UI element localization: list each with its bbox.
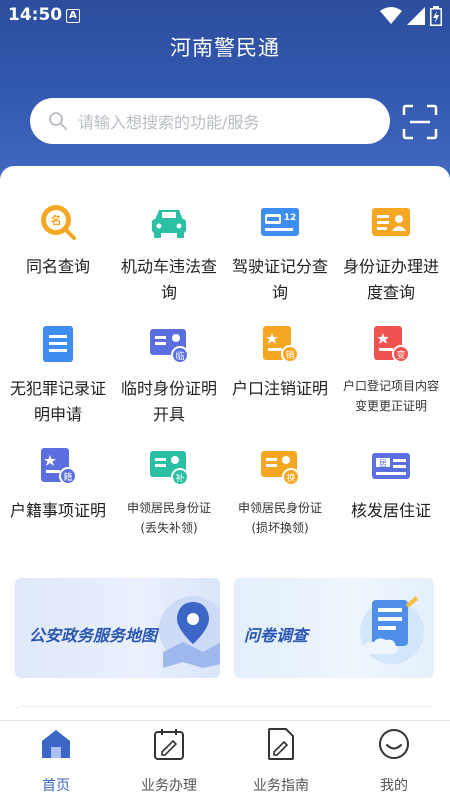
license-icon: 12 — [260, 202, 300, 242]
id-card-icon — [371, 202, 411, 242]
service-label: 无犯罪记录证明申请 — [10, 379, 107, 424]
calendar-icon — [154, 729, 184, 760]
service-label: 户口登记项目内容变更更正证明 — [343, 379, 440, 413]
svg-text:居: 居 — [379, 459, 387, 468]
service-hukou-cancel[interactable]: 销 户口注销证明 — [224, 324, 336, 402]
search-input[interactable]: 请输入想搜索的功能/服务 — [30, 98, 390, 144]
notification-a-icon: A — [66, 9, 80, 23]
survey-banner[interactable]: 问卷调查 — [234, 578, 434, 678]
service-label: 身份证办理进度查询 — [343, 257, 440, 302]
status-bar: 14:50 A — [0, 0, 450, 32]
app-title: 河南警民通 — [170, 36, 280, 60]
service-no-crime-record[interactable]: 无犯罪记录证明申请 — [2, 324, 114, 428]
service-label: 临时身份证明开具 — [121, 379, 218, 424]
service-license-points[interactable]: 12 驾驶证记分查询 — [224, 202, 336, 306]
survey-clipboard-icon — [360, 596, 424, 664]
residence-permit-icon: 居 — [371, 446, 411, 486]
svg-text:临: 临 — [175, 350, 184, 362]
service-id-progress[interactable]: 身份证办理进度查询 — [335, 202, 447, 306]
guide-icon — [268, 728, 294, 760]
id-reissue-icon: 补 — [149, 446, 189, 486]
home-icon — [42, 730, 70, 758]
status-icons — [380, 6, 442, 26]
smile-icon — [379, 729, 409, 759]
svg-text:变: 变 — [396, 349, 405, 361]
tab-home[interactable]: 首页 — [0, 727, 112, 795]
service-label: 户籍事项证明 — [10, 501, 107, 520]
document-icon — [38, 324, 78, 364]
tab-mine[interactable]: 我的 — [338, 727, 450, 795]
tab-label: 首页 — [42, 778, 70, 794]
tab-label: 业务指南 — [253, 778, 309, 794]
tab-label: 我的 — [380, 778, 408, 794]
service-label: 申领居民身份证(丢失补领) — [126, 501, 211, 535]
search-icon — [49, 112, 67, 130]
svg-text:补: 补 — [175, 472, 184, 484]
household-icon: 籍 — [38, 446, 78, 486]
svg-text:销: 销 — [285, 349, 294, 361]
service-map-title: 公安政务服务地图 — [29, 626, 158, 645]
tab-business-handle[interactable]: 业务办理 — [113, 727, 225, 795]
hukou-change-icon: 变 — [371, 324, 411, 364]
service-hukou-change[interactable]: 变 户口登记项目内容变更更正证明 — [335, 324, 447, 416]
service-label: 机动车违法查询 — [121, 257, 218, 302]
survey-title: 问卷调查 — [244, 626, 309, 645]
signal-icon — [407, 7, 425, 25]
tab-label: 业务办理 — [141, 778, 197, 794]
status-time: 14:50 — [8, 5, 63, 25]
service-id-replace[interactable]: 换 申领居民身份证(损坏换领) — [224, 446, 336, 538]
next-section-card — [15, 706, 435, 720]
id-replace-icon: 换 — [260, 446, 300, 486]
service-temp-id[interactable]: 临 临时身份证明开具 — [113, 324, 225, 428]
service-label: 驾驶证记分查询 — [232, 257, 329, 302]
name-query-icon: 名 — [38, 202, 78, 242]
wifi-icon — [380, 7, 402, 24]
battery-icon — [430, 6, 442, 26]
svg-text:名: 名 — [51, 213, 62, 227]
svg-text:换: 换 — [286, 472, 295, 484]
hukou-cancel-icon: 销 — [260, 324, 300, 364]
service-residence-permit[interactable]: 居 核发居住证 — [335, 446, 447, 524]
service-label: 同名查询 — [25, 257, 90, 276]
service-label: 申领居民身份证(损坏换领) — [237, 501, 322, 535]
service-id-reissue[interactable]: 补 申领居民身份证(丢失补领) — [113, 446, 225, 538]
service-vehicle-violation[interactable]: 机动车违法查询 — [113, 202, 225, 306]
car-icon — [149, 202, 189, 242]
svg-text:籍: 籍 — [63, 471, 72, 483]
tab-business-guide[interactable]: 业务指南 — [225, 727, 337, 795]
service-label: 户口注销证明 — [232, 379, 329, 398]
police-service-map-banner[interactable]: 公安政务服务地图 — [15, 578, 220, 678]
service-label: 核发居住证 — [350, 501, 431, 520]
bottom-tab-bar: 首页 业务办理 业务指南 我的 — [0, 720, 450, 800]
scan-icon[interactable] — [402, 104, 438, 140]
service-name-query[interactable]: 名 同名查询 — [2, 202, 114, 280]
search-placeholder: 请输入想搜索的功能/服务 — [78, 113, 260, 132]
temp-id-icon: 临 — [149, 324, 189, 364]
map-pin-icon — [159, 596, 220, 668]
svg-text:12: 12 — [284, 213, 297, 223]
service-household-proof[interactable]: 籍 户籍事项证明 — [2, 446, 114, 524]
